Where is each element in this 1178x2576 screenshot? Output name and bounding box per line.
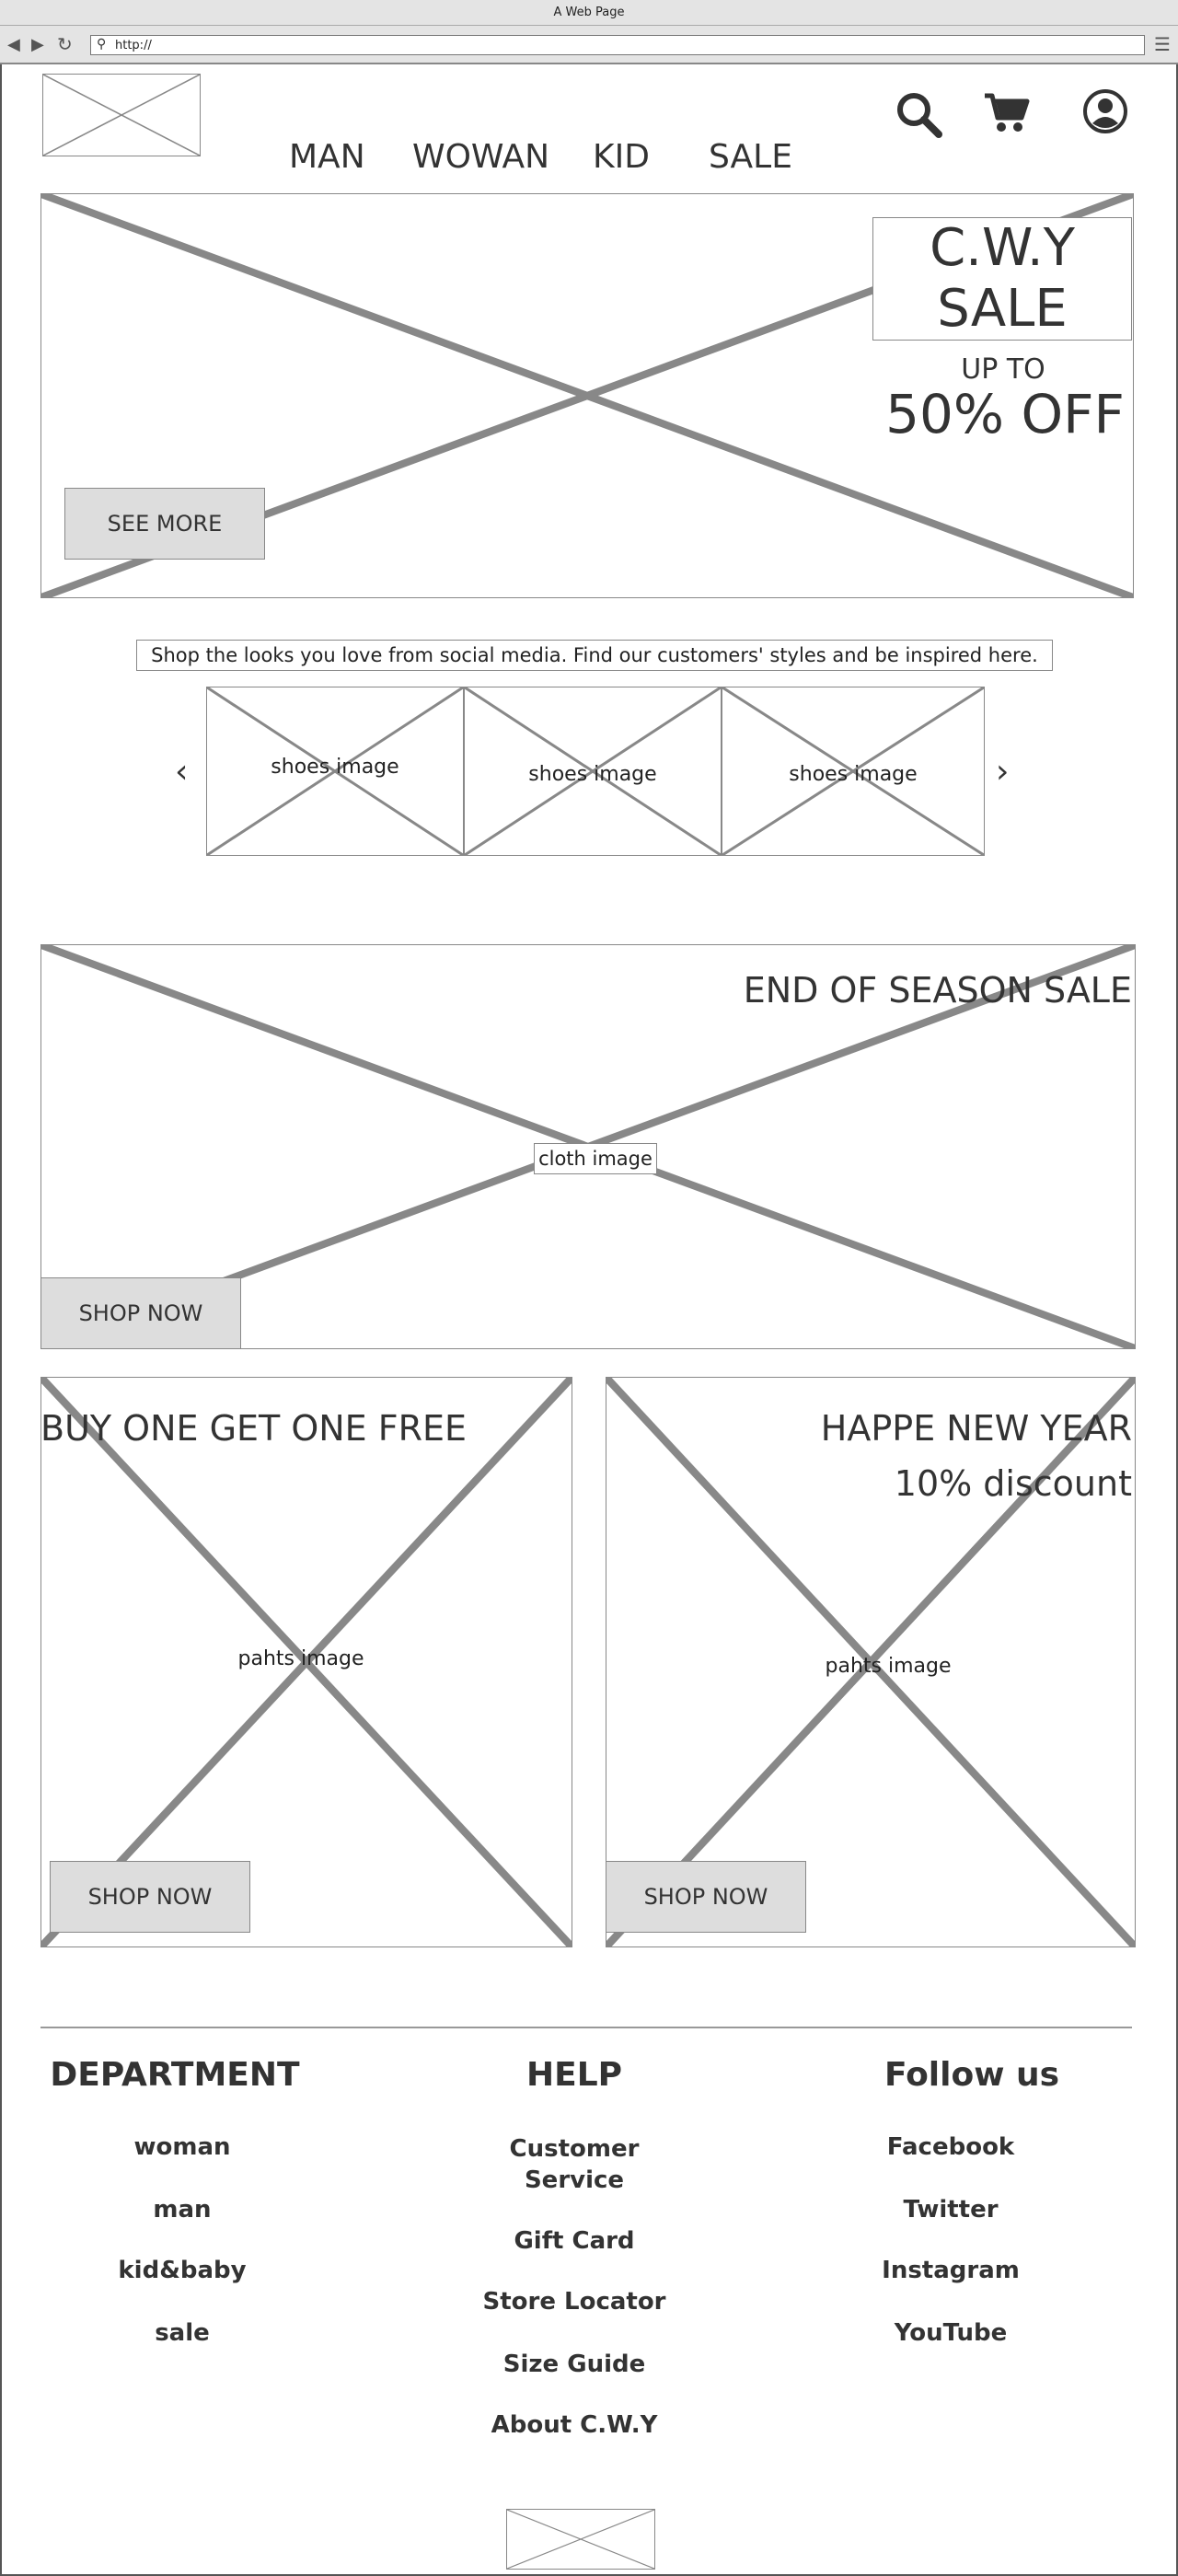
promo-new-year-title: HAPPE NEW YEAR (820, 1408, 1132, 1449)
carousel-next-icon[interactable]: › (996, 753, 1009, 791)
season-title: END OF SEASON SALE (743, 970, 1132, 1011)
promo-bogo-image-label: pahts image (237, 1647, 364, 1670)
hero-title-line2: SALE (937, 279, 1068, 339)
footer-link-youtube[interactable]: YouTube (828, 2319, 1073, 2347)
footer-divider (40, 2027, 1132, 2028)
footer-link-twitter[interactable]: Twitter (828, 2196, 1073, 2224)
social-caption: Shop the looks you love from social medi… (136, 640, 1053, 671)
hero-subtitle: UP TO (961, 353, 1045, 386)
nav-kid[interactable]: KID (593, 138, 650, 176)
carousel-item-label: shoes image (789, 763, 918, 786)
hero-title-box: C.W.Y SALE (872, 217, 1132, 341)
footer-link-sale[interactable]: sale (90, 2319, 274, 2347)
footer-link-kid-baby[interactable]: kid&baby (90, 2257, 274, 2284)
footer-link-woman[interactable]: woman (90, 2133, 274, 2161)
footer-link-size-guide[interactable]: Size Guide (436, 2351, 712, 2378)
nav-sale[interactable]: SALE (709, 138, 792, 176)
nav-woman[interactable]: WOWAN (412, 138, 549, 176)
season-image-label: cloth image (534, 1143, 657, 1174)
nav-man[interactable]: MAN (289, 138, 365, 176)
logo[interactable] (42, 74, 201, 156)
hero-discount: 50% OFF (885, 383, 1125, 445)
promo-new-year-shop-now-button[interactable]: SHOP NOW (606, 1861, 806, 1933)
browser-toolbar: ◀ ▶ ↻ ⚲ http:// ☰ (0, 26, 1178, 64)
carousel-item[interactable]: shoes image (722, 687, 985, 856)
footer-department-heading: DEPARTMENT (50, 2056, 300, 2094)
footer-link-customer-service[interactable]: Customer Service (436, 2133, 712, 2196)
footer-follow-heading: Follow us (884, 2056, 1060, 2094)
carousel-item-label: shoes image (271, 756, 399, 779)
season-shop-now-button[interactable]: SHOP NOW (40, 1277, 241, 1349)
footer-link-instagram[interactable]: Instagram (828, 2257, 1073, 2284)
footer-link-about[interactable]: About C.W.Y (436, 2411, 712, 2439)
browser-menu-icon[interactable]: ☰ (1154, 33, 1171, 55)
carousel-item[interactable]: shoes image (464, 687, 722, 856)
hero-title-line1: C.W.Y (930, 218, 1075, 278)
footer-link-man[interactable]: man (90, 2196, 274, 2224)
browser-title-bar: A Web Page (0, 0, 1178, 26)
footer-link-gift-card[interactable]: Gift Card (436, 2227, 712, 2255)
account-icon[interactable] (1082, 88, 1128, 134)
back-icon[interactable]: ◀ (7, 35, 20, 54)
forward-icon[interactable]: ▶ (31, 35, 44, 54)
carousel-item[interactable]: shoes image (206, 687, 464, 856)
footer-link-store-locator[interactable]: Store Locator (436, 2288, 712, 2316)
cart-icon[interactable] (983, 90, 1031, 134)
search-icon[interactable] (895, 90, 942, 138)
carousel-prev-icon[interactable]: ‹ (175, 753, 188, 791)
browser-title: A Web Page (553, 6, 625, 19)
see-more-button[interactable]: SEE MORE (64, 488, 265, 560)
address-bar[interactable]: ⚲ http:// (90, 35, 1145, 55)
carousel-item-label: shoes image (528, 763, 657, 786)
footer-logo[interactable] (506, 2509, 655, 2570)
address-search-icon: ⚲ (97, 37, 107, 52)
promo-bogo-title: BUY ONE GET ONE FREE (40, 1408, 468, 1449)
address-url: http:// (115, 39, 152, 52)
reload-icon[interactable]: ↻ (57, 33, 73, 55)
promo-new-year-subtitle: 10% discount (894, 1463, 1132, 1504)
footer-help-heading: HELP (525, 2056, 623, 2094)
promo-bogo-shop-now-button[interactable]: SHOP NOW (50, 1861, 250, 1933)
promo-new-year-image-label: pahts image (825, 1655, 952, 1678)
footer-link-facebook[interactable]: Facebook (828, 2133, 1073, 2161)
